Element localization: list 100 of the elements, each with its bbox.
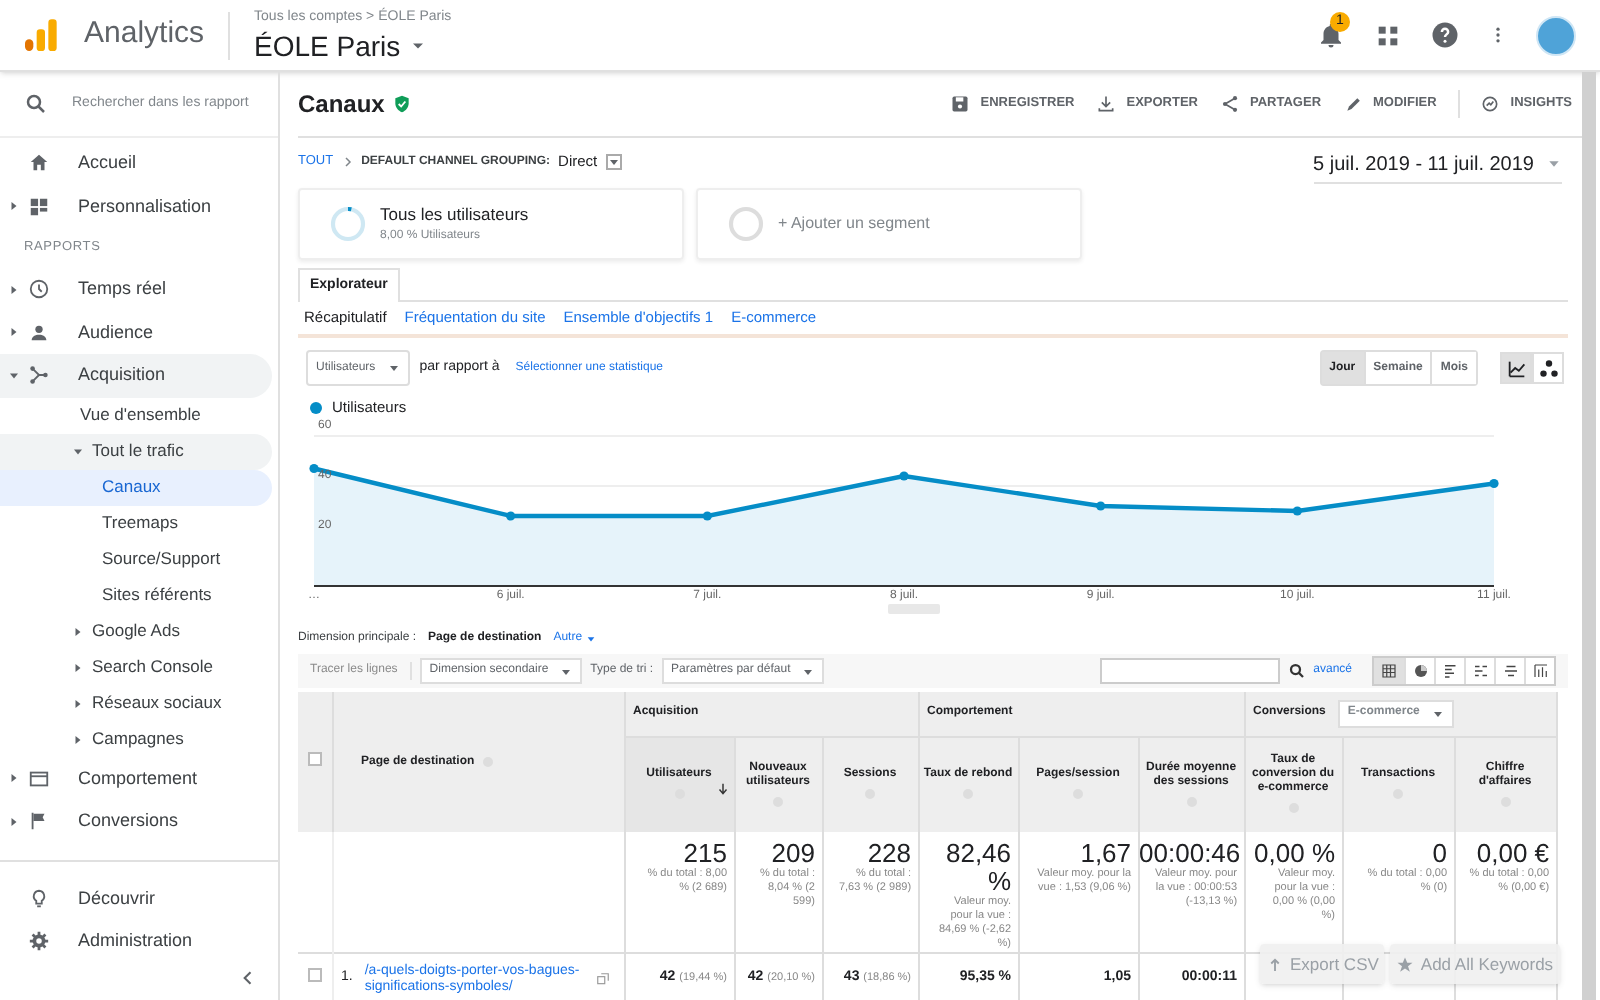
expand-arrow-icon[interactable] xyxy=(72,733,84,745)
sidebar-item[interactable]: Sites référents xyxy=(0,577,272,613)
clock-icon xyxy=(28,278,50,301)
total-value: 82,46 % xyxy=(943,840,1012,896)
notification-bell-icon[interactable] xyxy=(1316,20,1346,50)
sidebar-item[interactable]: Treemaps xyxy=(0,505,272,541)
expand-arrow-icon[interactable] xyxy=(8,772,20,785)
download-icon xyxy=(1096,94,1117,114)
home-icon xyxy=(28,152,50,175)
caret-icon xyxy=(586,633,597,643)
analytics-logo-icon xyxy=(20,15,60,55)
caret-icon xyxy=(1546,156,1562,172)
chevron-icon xyxy=(341,156,354,168)
sidebar-item[interactable]: Vue d'ensemble xyxy=(0,397,272,433)
total-value: 209 xyxy=(769,840,815,868)
sidebar-item[interactable]: Conversions xyxy=(0,800,272,843)
sidebar-item[interactable]: Google Ads xyxy=(0,613,272,649)
sidebar-item[interactable]: Découvrir xyxy=(0,877,272,920)
verified-shield-icon xyxy=(392,94,413,114)
save-icon xyxy=(950,94,971,114)
sidebar-item[interactable]: Personnalisation xyxy=(0,185,272,228)
search-icon xyxy=(24,92,48,116)
window-icon xyxy=(28,767,50,790)
data-point xyxy=(506,511,516,521)
sort-arrow-icon[interactable] xyxy=(715,781,729,795)
help-icon[interactable] xyxy=(1430,20,1460,50)
total-value: 0,00 % xyxy=(1252,840,1336,868)
data-point xyxy=(1096,501,1106,511)
flag-icon xyxy=(28,810,50,833)
total-value: 228 xyxy=(865,840,912,868)
expand-arrow-icon[interactable] xyxy=(8,815,20,828)
caret-icon xyxy=(387,362,400,374)
row-checkbox[interactable] xyxy=(307,968,322,982)
expand-arrow-icon[interactable] xyxy=(8,283,20,296)
line-chart-icon xyxy=(1505,357,1527,379)
bubbles-icon xyxy=(1537,357,1559,379)
share-icon xyxy=(1220,94,1240,114)
search-icon[interactable] xyxy=(1287,662,1306,680)
caret-icon xyxy=(1431,707,1444,720)
data-point xyxy=(899,471,909,481)
total-value: 00:00:46 xyxy=(1139,840,1238,868)
view-button[interactable] xyxy=(1374,658,1404,684)
upload-arrow-icon xyxy=(1266,955,1284,973)
bars-icon xyxy=(1441,662,1459,680)
sidebar-item[interactable]: Temps réel xyxy=(0,268,272,311)
pie-icon xyxy=(1411,662,1429,680)
branch-icon xyxy=(28,364,50,387)
expand-arrow-icon[interactable] xyxy=(8,326,20,339)
sidebar-item[interactable]: Accueil xyxy=(0,142,272,185)
chart-type-button[interactable] xyxy=(1500,352,1532,384)
data-point xyxy=(309,463,319,474)
expand-arrow-icon[interactable] xyxy=(8,200,20,213)
caret-icon xyxy=(560,665,573,677)
open-link-icon[interactable] xyxy=(596,972,611,986)
expand-arrow-icon[interactable] xyxy=(72,661,84,673)
sidebar-item[interactable]: Tout le trafic xyxy=(0,433,272,469)
dashboard-icon xyxy=(28,195,50,218)
sidebar-item[interactable]: Acquisition xyxy=(0,354,272,397)
insights-icon xyxy=(1480,94,1501,114)
total-value: 0 xyxy=(1430,840,1448,868)
date-range-picker[interactable]: 5 juil. 2019 - 11 juil. 2019 xyxy=(1313,149,1562,183)
apps-grid-icon[interactable] xyxy=(1374,21,1402,49)
collapse-arrow-icon[interactable] xyxy=(72,445,84,457)
lightbulb-icon xyxy=(28,887,50,910)
lines-icon xyxy=(1501,662,1519,680)
total-value: 215 xyxy=(681,840,727,868)
add-segment-card[interactable]: + Ajouter un segment xyxy=(696,188,1082,260)
pivot-icon xyxy=(1531,662,1549,680)
data-point xyxy=(1489,478,1499,489)
expand-arrow-icon[interactable] xyxy=(72,625,84,637)
sidebar-item[interactable]: Audience xyxy=(0,311,272,354)
star-icon xyxy=(1396,955,1415,973)
sidebar-item[interactable]: Search Console xyxy=(0,649,272,685)
sidebar-item[interactable]: Source/Support xyxy=(0,541,272,577)
account-selector[interactable]: ÉOLE Paris xyxy=(254,29,452,62)
sidebar-item[interactable]: Administration xyxy=(0,920,272,963)
expand-arrow-icon[interactable] xyxy=(72,697,84,709)
product-name: Analytics xyxy=(84,14,205,55)
empty-ring-icon xyxy=(726,204,766,244)
total-value: 0,00 € xyxy=(1474,840,1550,868)
report-title: Canaux xyxy=(298,88,385,122)
sidebar-item[interactable]: Campagnes xyxy=(0,721,272,757)
collapse-arrow-icon[interactable] xyxy=(8,369,20,382)
segment-ring-icon xyxy=(328,204,368,244)
sidebar-item[interactable]: Réseaux sociaux xyxy=(0,685,272,721)
person-icon xyxy=(28,321,50,344)
chart-type-button[interactable] xyxy=(1532,352,1564,384)
table-grid-icon xyxy=(1380,662,1398,680)
table-search-field[interactable] xyxy=(1099,658,1280,684)
select-all-checkbox[interactable] xyxy=(307,751,322,765)
data-point xyxy=(1292,506,1302,516)
avatar[interactable] xyxy=(1536,15,1576,55)
scrollbar[interactable] xyxy=(1582,72,1596,1000)
data-point xyxy=(702,511,712,521)
total-value: 1,67 xyxy=(1078,840,1132,868)
settings-icon xyxy=(28,930,50,953)
caret-icon xyxy=(802,665,815,677)
dimension-dropdown[interactable] xyxy=(605,154,622,170)
sidebar-item[interactable]: Comportement xyxy=(0,757,272,800)
sidebar-item[interactable]: Canaux xyxy=(0,469,272,505)
